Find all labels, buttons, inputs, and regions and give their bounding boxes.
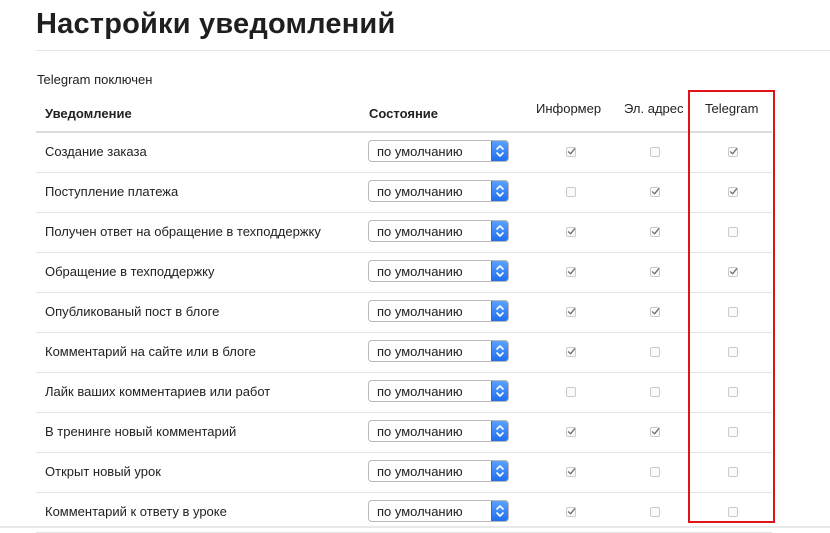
telegram-checkbox[interactable] <box>728 507 738 517</box>
state-select-value: по умолчанию <box>377 304 463 319</box>
state-select[interactable]: по умолчанию <box>368 460 509 482</box>
state-select[interactable]: по умолчанию <box>368 500 509 522</box>
telegram-checkbox[interactable] <box>728 427 738 437</box>
state-select[interactable]: по умолчанию <box>368 180 509 202</box>
chevron-up-down-icon <box>491 421 508 441</box>
notification-label: Открыт новый урок <box>45 464 161 479</box>
table-row: Создание заказа по умолчанию <box>36 133 772 173</box>
column-header-telegram: Telegram <box>705 101 759 116</box>
table-row: Получен ответ на обращение в техподдержк… <box>36 213 772 253</box>
state-select[interactable]: по умолчанию <box>368 300 509 322</box>
state-select[interactable]: по умолчанию <box>368 380 509 402</box>
state-select-value: по умолчанию <box>377 464 463 479</box>
email-checkbox[interactable] <box>650 147 660 157</box>
state-select[interactable]: по умолчанию <box>368 340 509 362</box>
informer-checkbox[interactable] <box>566 227 576 237</box>
email-checkbox[interactable] <box>650 467 660 477</box>
email-checkbox[interactable] <box>650 427 660 437</box>
table-row: Опубликованый пост в блоге по умолчанию <box>36 293 772 333</box>
email-checkbox[interactable] <box>650 387 660 397</box>
chevron-up-down-icon <box>491 501 508 521</box>
table-row: В тренинге новый комментарий по умолчанию <box>36 413 772 453</box>
table-row: Лайк ваших комментариев или работ по умол… <box>36 373 772 413</box>
state-select[interactable]: по умолчанию <box>368 260 509 282</box>
notification-label: Опубликованый пост в блоге <box>45 304 220 319</box>
state-select-value: по умолчанию <box>377 384 463 399</box>
telegram-checkbox[interactable] <box>728 347 738 357</box>
email-checkbox[interactable] <box>650 347 660 357</box>
chevron-up-down-icon <box>491 381 508 401</box>
informer-checkbox[interactable] <box>566 267 576 277</box>
email-checkbox[interactable] <box>650 187 660 197</box>
table-row: Открыт новый урок по умолчанию <box>36 453 772 493</box>
notification-label: Комментарий на сайте или в блоге <box>45 344 256 359</box>
email-checkbox[interactable] <box>650 267 660 277</box>
column-header-notification: Уведомление <box>45 106 132 121</box>
telegram-checkbox[interactable] <box>728 187 738 197</box>
informer-checkbox[interactable] <box>566 187 576 197</box>
chevron-up-down-icon <box>491 301 508 321</box>
column-header-state: Состояние <box>369 106 439 121</box>
notification-table-body: Создание заказа по умолчанию Поступление п… <box>36 133 772 533</box>
state-select[interactable]: по умолчанию <box>368 420 509 442</box>
informer-checkbox[interactable] <box>566 307 576 317</box>
notification-label: Получен ответ на обращение в техподдержк… <box>45 224 321 239</box>
informer-checkbox[interactable] <box>566 387 576 397</box>
state-select-value: по умолчанию <box>377 184 463 199</box>
table-row: Обращение в техподдержку по умолчанию <box>36 253 772 293</box>
chevron-up-down-icon <box>491 141 508 161</box>
notification-label: Комментарий к ответу в уроке <box>45 504 227 519</box>
state-select-value: по умолчанию <box>377 144 463 159</box>
chevron-up-down-icon <box>491 261 508 281</box>
state-select[interactable]: по умолчанию <box>368 140 509 162</box>
email-checkbox[interactable] <box>650 227 660 237</box>
table-row: Поступление платежа по умолчанию <box>36 173 772 213</box>
notification-label: Обращение в техподдержку <box>45 264 215 279</box>
notification-label: Поступление платежа <box>45 184 179 199</box>
telegram-checkbox[interactable] <box>728 307 738 317</box>
state-select-value: по умолчанию <box>377 504 463 519</box>
column-header-informer: Информер <box>536 101 602 116</box>
title-divider <box>36 50 830 51</box>
chevron-up-down-icon <box>491 461 508 481</box>
notification-label: В тренинге новый комментарий <box>45 424 237 439</box>
telegram-checkbox[interactable] <box>728 387 738 397</box>
table-row: Комментарий на сайте или в блоге по умолч… <box>36 333 772 373</box>
informer-checkbox[interactable] <box>566 427 576 437</box>
state-select-value: по умолчанию <box>377 264 463 279</box>
informer-checkbox[interactable] <box>566 347 576 357</box>
informer-checkbox[interactable] <box>566 507 576 517</box>
email-checkbox[interactable] <box>650 507 660 517</box>
telegram-checkbox[interactable] <box>728 267 738 277</box>
state-select-value: по умолчанию <box>377 224 463 239</box>
notification-label: Лайк ваших комментариев или работ <box>45 384 271 399</box>
telegram-checkbox[interactable] <box>728 147 738 157</box>
column-header-email: Эл. адрес <box>624 101 684 116</box>
state-select[interactable]: по умолчанию <box>368 220 509 242</box>
email-checkbox[interactable] <box>650 307 660 317</box>
page-title: Настройки уведомлений <box>36 8 396 40</box>
informer-checkbox[interactable] <box>566 147 576 157</box>
telegram-checkbox[interactable] <box>728 467 738 477</box>
chevron-up-down-icon <box>491 221 508 241</box>
chevron-up-down-icon <box>491 341 508 361</box>
notification-label: Создание заказа <box>45 144 147 159</box>
informer-checkbox[interactable] <box>566 467 576 477</box>
state-select-value: по умолчанию <box>377 344 463 359</box>
telegram-status: Telegram поключен <box>37 72 153 87</box>
telegram-checkbox[interactable] <box>728 227 738 237</box>
chevron-up-down-icon <box>491 181 508 201</box>
state-select-value: по умолчанию <box>377 424 463 439</box>
